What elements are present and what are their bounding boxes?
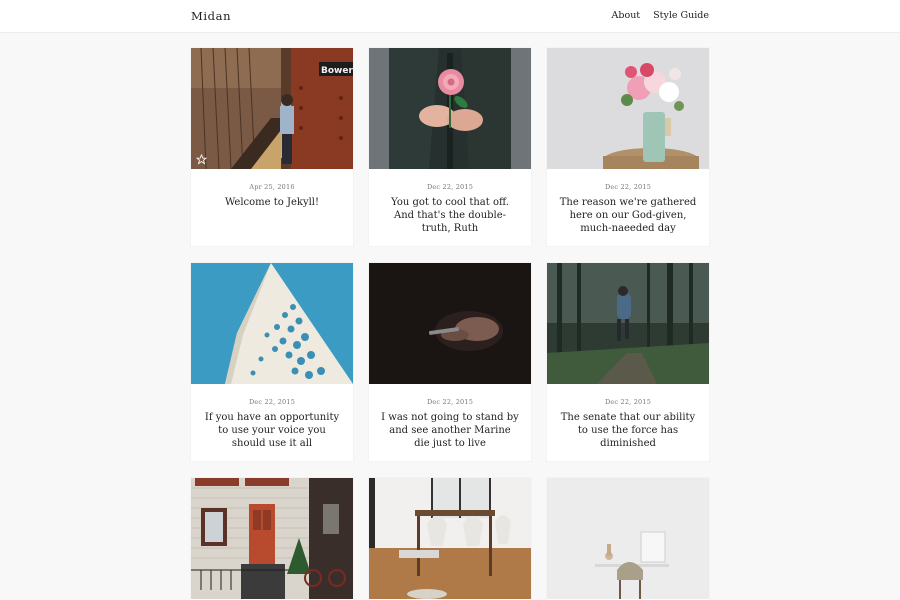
post-date: Dec 22, 2015 (604, 183, 652, 191)
svg-text:Bowery: Bowery (321, 66, 353, 76)
post-thumbnail-building[interactable] (191, 263, 353, 384)
site-brand-link[interactable]: Midan (191, 9, 231, 23)
post-thumbnail-phone-hand[interactable] (369, 263, 531, 384)
nav-link-style-guide[interactable]: Style Guide (653, 10, 709, 21)
post-title-link[interactable]: I was not going to stand by and see anot… (381, 412, 519, 450)
post-date: Dec 22, 2015 (426, 183, 474, 191)
post-thumbnail-rose-hands[interactable] (369, 48, 531, 169)
post-date: Dec 22, 2015 (248, 398, 296, 406)
post-card[interactable]: Dec 22, 2015 The senate that our ability… (547, 263, 709, 461)
post-title-link[interactable]: If you have an opportunity to use your v… (203, 412, 341, 450)
post-title-link[interactable]: Welcome to Jekyll! (203, 197, 341, 210)
post-title-link[interactable]: The senate that our ability to use the f… (559, 412, 697, 450)
star-icon (196, 154, 207, 165)
site-header: Midan About Style Guide (0, 0, 900, 33)
nav-link-about[interactable]: About (612, 10, 641, 21)
post-date: Dec 22, 2015 (426, 398, 474, 406)
main-nav: About Style Guide (602, 10, 709, 21)
post-thumbnail-townhouse[interactable] (191, 478, 353, 599)
post-card[interactable] (369, 478, 531, 600)
post-card[interactable]: Dec 22, 2015 You got to cool that off. A… (369, 48, 531, 246)
post-thumbnail-desk-chair[interactable] (547, 478, 709, 599)
post-card[interactable] (191, 478, 353, 600)
post-date: Dec 22, 2015 (604, 398, 652, 406)
post-card[interactable]: Dec 22, 2015 If you have an opportunity … (191, 263, 353, 461)
post-card[interactable] (547, 478, 709, 600)
post-card[interactable]: Dec 22, 2015 The reason we're gathered h… (547, 48, 709, 246)
post-thumbnail-flower-vase[interactable] (547, 48, 709, 169)
post-thumbnail-subway[interactable]: Bowery (191, 48, 353, 169)
post-title-link[interactable]: You got to cool that off. And that's the… (381, 197, 519, 235)
post-thumbnail-dining-room[interactable] (369, 478, 531, 599)
post-title-link[interactable]: The reason we're gathered here on our Go… (559, 197, 697, 235)
post-thumbnail-forest-hiker[interactable] (547, 263, 709, 384)
post-date: Apr 25, 2016 (249, 183, 295, 191)
post-card[interactable]: Bowery Apr 25, 2016 Welcome to Jekyll! (191, 48, 353, 246)
post-card[interactable]: Dec 22, 2015 I was not going to stand by… (369, 263, 531, 461)
